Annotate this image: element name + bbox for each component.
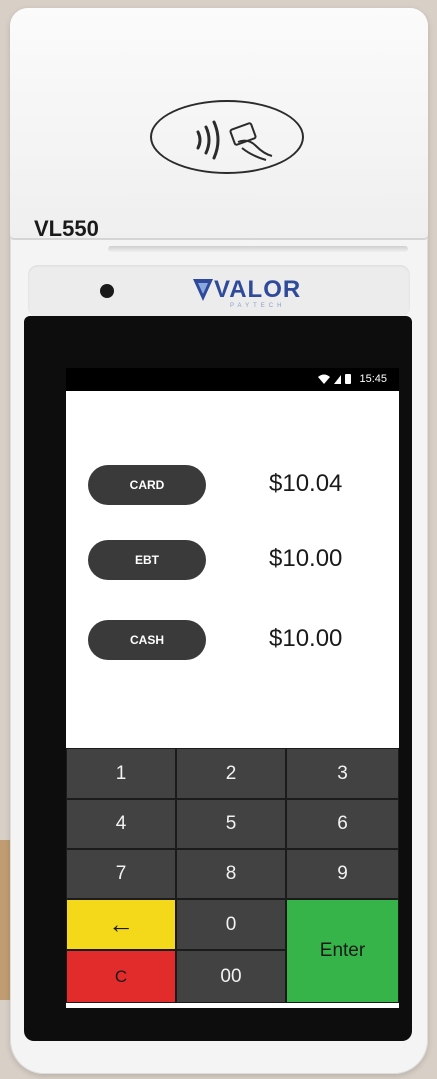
tender-row-card: CARD $10.04 <box>66 465 399 509</box>
key-9[interactable]: 9 <box>287 850 398 898</box>
key-4[interactable]: 4 <box>67 800 175 848</box>
payment-terminal: VL550 VALOR PAYTECH 15:45 CARD $10.04 EB… <box>10 8 428 1074</box>
battery-icon <box>345 374 352 384</box>
card-button[interactable]: CARD <box>88 465 206 505</box>
camera-icon <box>100 284 114 298</box>
display: 15:45 CARD $10.04 EBT $10.00 CASH $10.00… <box>66 368 399 1008</box>
enter-button[interactable]: Enter <box>287 900 398 1002</box>
status-time: 15:45 <box>359 373 387 385</box>
ebt-button[interactable]: EBT <box>88 540 206 580</box>
key-0[interactable]: 0 <box>177 900 285 949</box>
key-2[interactable]: 2 <box>177 749 285 798</box>
brand-strip: VALOR PAYTECH <box>28 265 410 317</box>
screen-bezel: 15:45 CARD $10.04 EBT $10.00 CASH $10.00… <box>24 316 412 1041</box>
card-amount: $10.04 <box>269 470 343 497</box>
tender-row-cash: CASH $10.00 <box>66 620 399 664</box>
cash-button[interactable]: CASH <box>88 620 206 660</box>
key-6[interactable]: 6 <box>287 800 398 848</box>
tender-row-ebt: EBT $10.00 <box>66 540 399 584</box>
clear-button[interactable]: C <box>67 951 175 1002</box>
model-label: VL550 <box>34 216 99 241</box>
contactless-icon <box>196 120 273 161</box>
brand-subtitle: PAYTECH <box>230 303 286 309</box>
cellular-icon <box>334 374 342 384</box>
brand-logo: VALOR <box>214 276 302 303</box>
wifi-icon <box>318 374 331 384</box>
printer-housing: VL550 <box>10 8 428 241</box>
backspace-button[interactable]: ← <box>67 900 175 949</box>
cash-amount: $10.00 <box>269 625 343 652</box>
key-1[interactable]: 1 <box>67 749 175 798</box>
key-3[interactable]: 3 <box>287 749 398 798</box>
key-7[interactable]: 7 <box>67 850 175 898</box>
valor-shield-icon <box>193 279 213 301</box>
ebt-amount: $10.00 <box>269 545 343 572</box>
key-8[interactable]: 8 <box>177 850 285 898</box>
status-bar: 15:45 <box>66 368 399 391</box>
paper-tear-bar <box>108 246 408 252</box>
numeric-keypad: 1 2 3 4 5 6 7 8 9 ← 0 Enter C 00 <box>66 748 399 1003</box>
key-5[interactable]: 5 <box>177 800 285 848</box>
key-00[interactable]: 00 <box>177 951 285 1002</box>
